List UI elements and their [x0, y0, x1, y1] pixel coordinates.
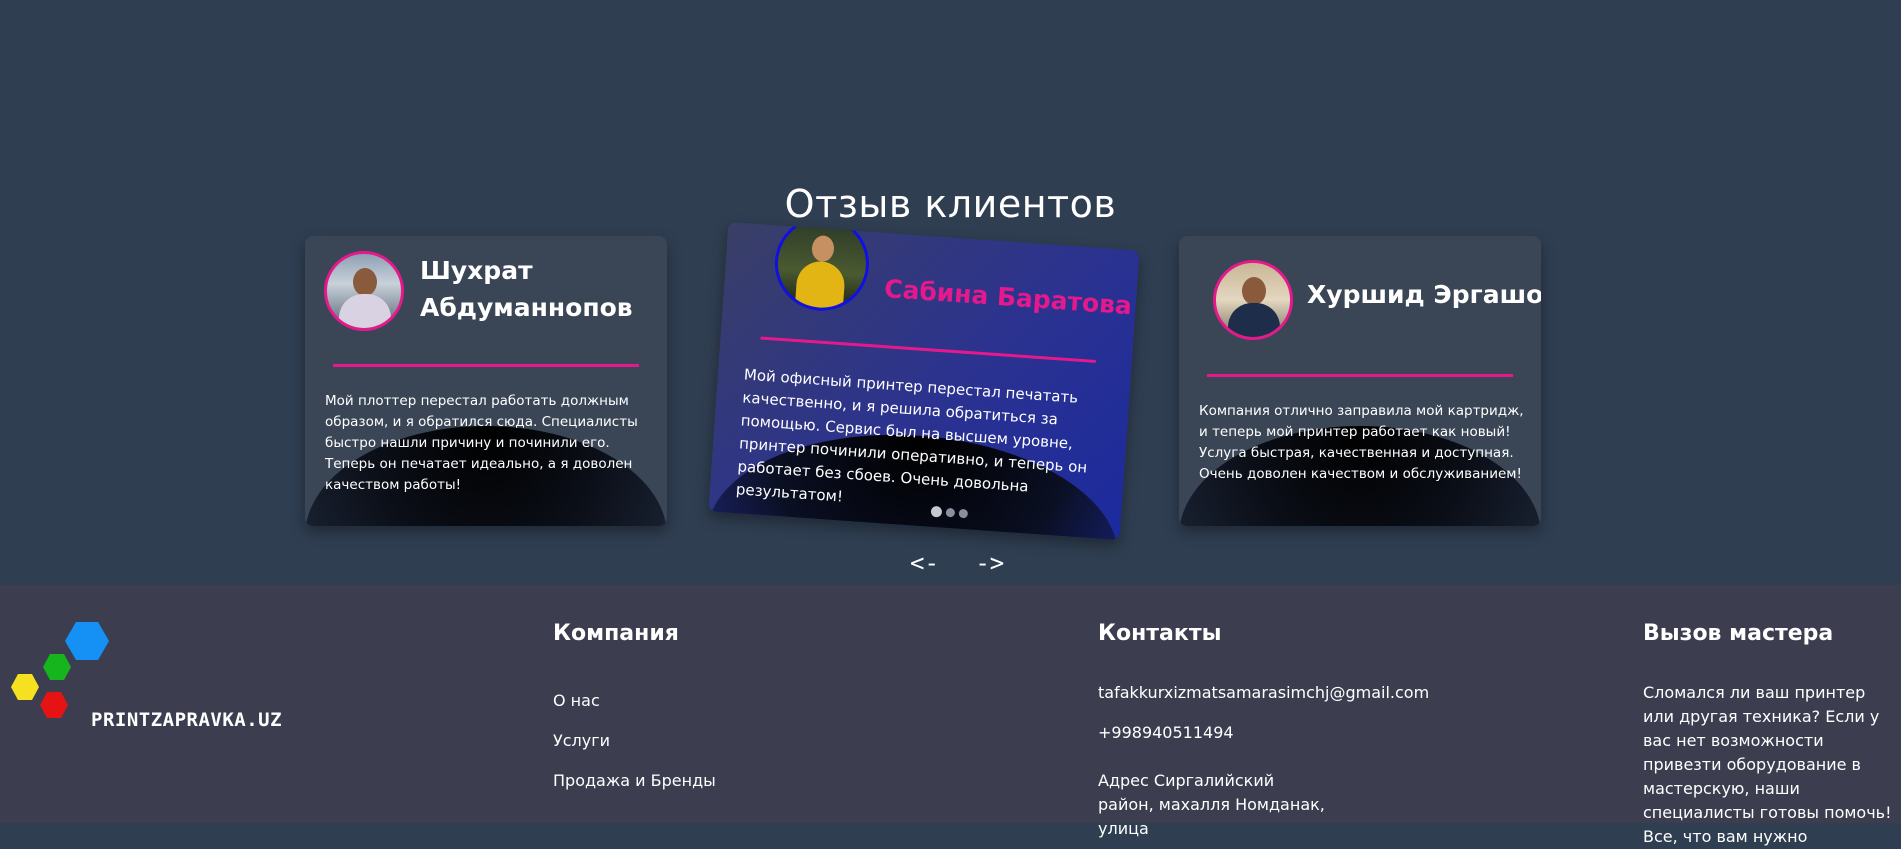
section-title: Отзыв клиентов	[784, 181, 1117, 226]
footer: PRINTZAPRAVKA.UZ Компания О нас Услуги П…	[0, 585, 1901, 846]
contact-phone[interactable]: +998940511494	[1098, 723, 1234, 742]
divider	[760, 336, 1096, 363]
testimonial-name: Сабина Баратова	[883, 274, 1133, 321]
slider-dot[interactable]	[930, 505, 943, 518]
link-services[interactable]: Услуги	[553, 731, 610, 750]
link-about[interactable]: О нас	[553, 691, 600, 710]
divider	[333, 364, 639, 367]
slider-controls: <- ->	[910, 549, 1026, 577]
slider-dot[interactable]	[945, 507, 956, 518]
avatar	[324, 251, 404, 331]
contacts-title: Контакты	[1098, 621, 1222, 646]
link-sales-brands[interactable]: Продажа и Бренды	[553, 771, 716, 790]
next-button[interactable]: ->	[975, 549, 1004, 577]
prev-button[interactable]: <-	[910, 549, 939, 577]
testimonial-text: Мой плоттер перестал работать должным об…	[325, 393, 638, 493]
testimonial-card-1: Шухрат Абдуманнопов Мой плоттер перестал…	[305, 236, 667, 526]
divider	[1207, 374, 1513, 377]
contact-email[interactable]: tafakkurxizmatsamarasimchj@gmail.com	[1098, 683, 1429, 702]
testimonial-text: Компания отлично заправила мой картридж,…	[1199, 403, 1524, 482]
testimonial-card-3: Хуршид Эргашов Компания отлично заправил…	[1179, 236, 1541, 526]
call-master-title: Вызов мастера	[1643, 621, 1834, 646]
call-master-text: Сломался ли ваш принтер или другая техни…	[1643, 683, 1892, 846]
logo-text: PRINTZAPRAVKA.UZ	[91, 709, 283, 731]
company-title: Компания	[553, 621, 679, 646]
logo[interactable]: PRINTZAPRAVKA.UZ	[8, 617, 282, 731]
testimonial-name: Хуршид Эргашов	[1307, 280, 1541, 309]
contact-address: Адрес Сиргалийский район, махалля Номдан…	[1098, 771, 1325, 838]
testimonial-name: Шухрат Абдуманнопов	[420, 256, 633, 322]
avatar	[771, 221, 873, 314]
avatar	[1213, 260, 1293, 340]
testimonial-card-2: Сабина Баратова Мой офисный принтер пере…	[708, 221, 1140, 541]
slider-dot[interactable]	[958, 508, 969, 519]
testimonial-text: Мой офисный принтер перестал печатать ка…	[735, 365, 1088, 506]
